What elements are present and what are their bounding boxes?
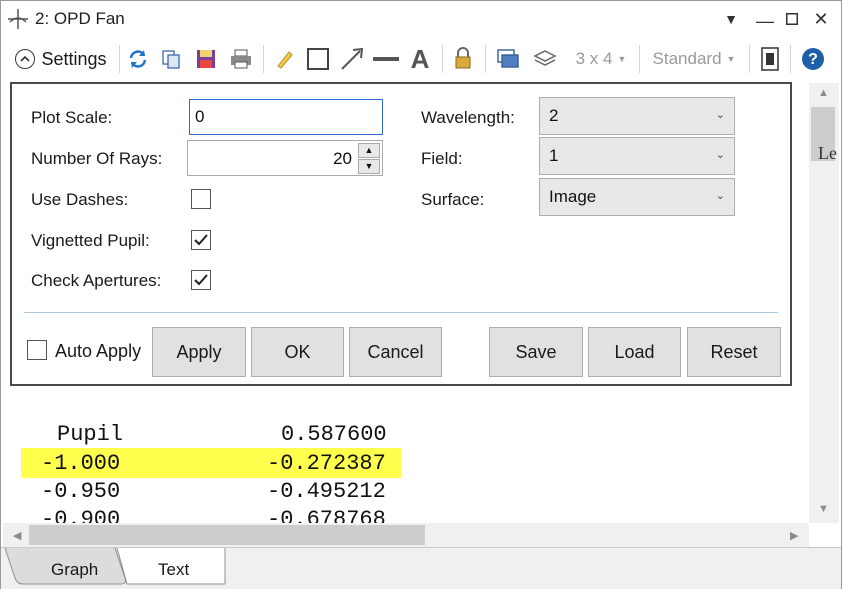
tab-bar: Graph Text [1,547,841,589]
field-label: Field: [421,149,463,168]
tab-text[interactable]: Text [158,560,189,580]
scroll-right-arrow-icon[interactable]: ▶ [790,529,798,542]
toolbar-separator [442,45,443,73]
surface-select[interactable]: Image ⌄ [539,178,735,216]
refresh-icon[interactable] [125,43,151,75]
opd-fan-window: 2: OPD Fan ▼ — ✕ Settings A 3 x 4 ▼ Stan… [0,0,842,589]
scroll-down-arrow-icon[interactable]: ▼ [818,503,829,515]
style-dropdown-label: Standard [652,49,722,68]
toolbar: Settings A 3 x 4 ▼ Standard ▼ ? [1,39,841,79]
layers-icon[interactable] [531,43,559,75]
lock-icon[interactable] [450,43,476,75]
auto-apply-checkbox[interactable] [27,340,47,360]
table-row-value: -0.678768 [267,507,386,523]
toolbar-separator [119,45,120,73]
title-bar: 2: OPD Fan ▼ — ✕ [1,1,841,37]
vignetted-pupil-label: Vignetted Pupil: [31,231,150,250]
use-dashes-label: Use Dashes: [31,190,129,209]
settings-panel: Plot Scale: 0 Number Of Rays: 20 ▲ ▼ Use… [10,82,792,386]
chevron-down-icon: ⌄ [715,149,725,161]
number-of-rays-label: Number Of Rays: [31,149,163,168]
toolbar-separator [790,45,791,73]
apply-button[interactable]: Apply [152,327,246,377]
field-select[interactable]: 1 ⌄ [539,137,735,175]
table-row-pupil: -1.000 [41,451,121,476]
checkmark-icon [194,274,208,286]
plot-scale-label: Plot Scale: [31,108,113,127]
layout-dropdown-label: 3 x 4 [575,49,613,68]
minimize-icon[interactable]: — [753,7,777,31]
checkmark-icon [194,234,208,246]
chevron-down-icon: ⌄ [715,190,725,202]
pupil-column-header: Pupil [57,422,124,447]
ray-fan-app-icon [8,9,28,29]
toolbar-separator [263,45,264,73]
toolbar-separator [749,45,750,73]
window-menu-dropdown-icon[interactable]: ▼ [719,7,743,31]
window-title: 2: OPD Fan [35,9,125,28]
save-icon[interactable] [193,43,219,75]
toolbar-separator [485,45,486,73]
number-of-rays-stepper[interactable]: 20 ▲ ▼ [187,140,383,176]
arrow-icon[interactable] [337,43,367,75]
table-row-value: -0.272387 [267,451,386,476]
decrement-arrow-icon[interactable]: ▼ [358,159,380,174]
wavelength-value: 2 [549,106,559,125]
wavelength-select[interactable]: 2 ⌄ [539,97,735,135]
surface-label: Surface: [421,190,485,209]
auto-apply-label: Auto Apply [55,341,142,361]
text-tool-icon[interactable]: A [405,43,435,75]
load-button[interactable]: Load [588,327,681,377]
wavelength-label: Wavelength: [421,108,515,127]
plot-scale-value: 0 [195,107,205,126]
surface-value: Image [549,187,597,206]
copy-icon[interactable] [158,43,184,75]
chevron-up-icon [15,49,36,69]
layout-dropdown[interactable]: 3 x 4 ▼ [571,43,631,75]
scroll-left-arrow-icon[interactable]: ◀ [13,529,21,542]
scroll-up-arrow-icon[interactable]: ▲ [818,87,829,99]
chevron-down-icon: ▼ [726,54,736,64]
line-icon[interactable] [371,43,401,75]
help-icon[interactable]: ? [799,43,827,75]
table-row-pupil: -0.950 [41,479,121,504]
use-dashes-checkbox[interactable] [191,189,211,209]
vignetted-pupil-checkbox[interactable] [191,230,211,250]
tab-shapes [4,548,226,585]
table-row-pupil: -0.900 [41,507,121,523]
settings-label: Settings [41,48,107,69]
value-column-header: 0.587600 [281,422,387,447]
panel-divider [24,312,778,313]
close-icon[interactable]: ✕ [809,7,833,31]
settings-toggle-button[interactable]: Settings [9,43,113,75]
clipped-text: Le [818,143,837,163]
floating-window-icon[interactable] [757,43,783,75]
plot-scale-input[interactable]: 0 [189,99,383,135]
rectangle-icon[interactable] [304,43,332,75]
horizontal-scroll-thumb[interactable] [29,525,425,545]
chevron-down-icon: ▼ [617,54,627,64]
tab-graph[interactable]: Graph [51,560,98,580]
window-layout-icon[interactable] [494,43,522,75]
save-button[interactable]: Save [489,327,583,377]
table-row-value: -0.495212 [267,479,386,504]
reset-button[interactable]: Reset [687,327,781,377]
ok-button[interactable]: OK [251,327,344,377]
style-dropdown[interactable]: Standard ▼ [646,43,742,75]
pencil-icon[interactable] [271,43,297,75]
number-of-rays-value: 20 [333,149,352,168]
check-apertures-checkbox[interactable] [191,270,211,290]
increment-arrow-icon[interactable]: ▲ [358,143,380,158]
cancel-button[interactable]: Cancel [349,327,442,377]
chevron-down-icon: ⌄ [715,109,725,121]
toolbar-separator [639,45,640,73]
svg-text:?: ? [808,51,818,68]
check-apertures-label: Check Apertures: [31,271,162,290]
maximize-icon[interactable] [780,7,804,31]
field-value: 1 [549,146,559,165]
print-icon[interactable] [227,43,255,75]
